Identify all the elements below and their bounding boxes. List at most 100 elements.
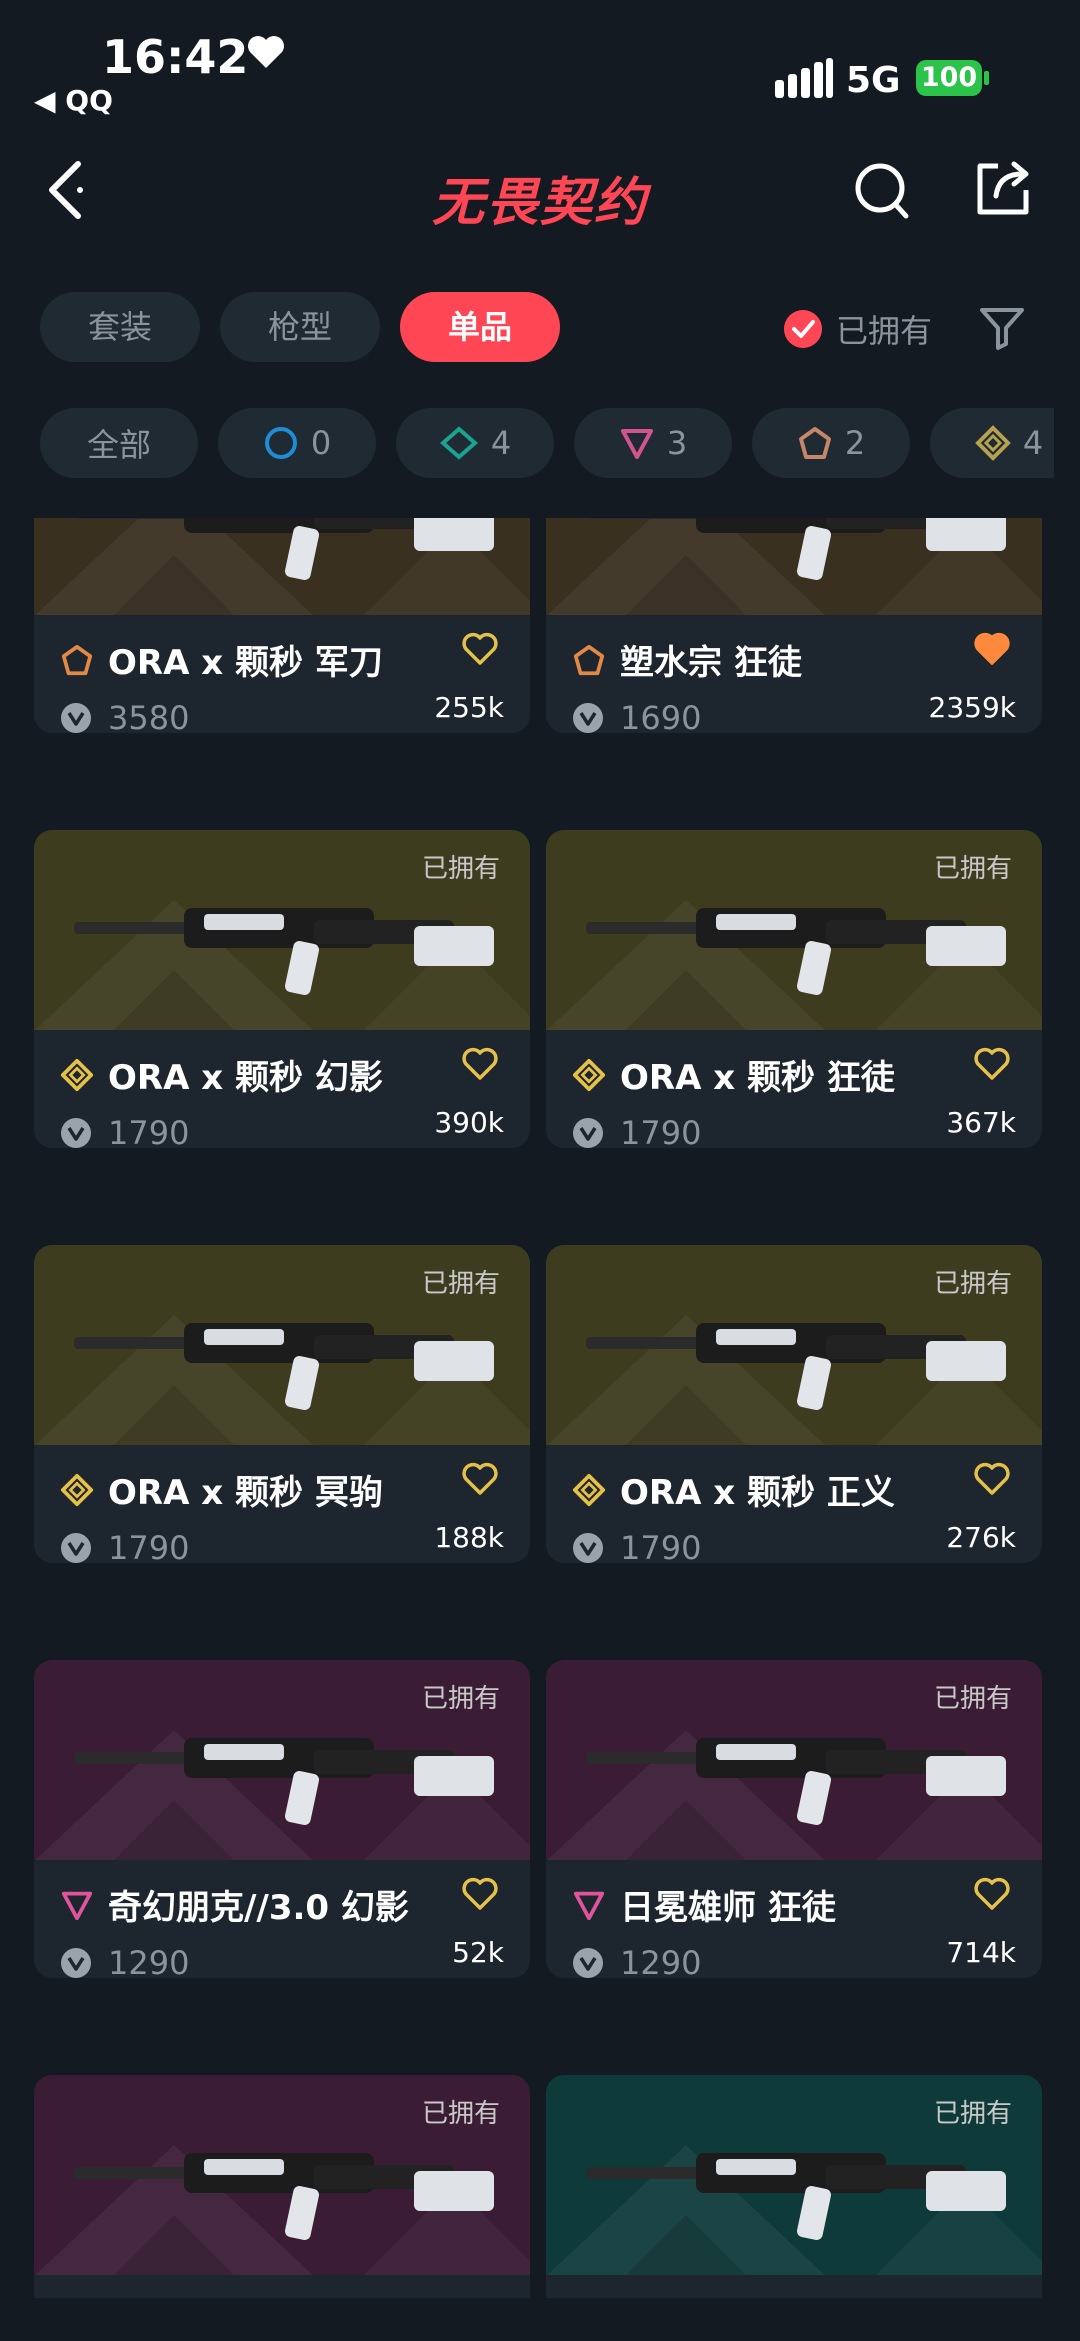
share-icon[interactable] [972, 156, 1034, 220]
owned-filter-toggle[interactable]: 已拥有 [784, 306, 932, 352]
skin-card[interactable]: 已拥有 ORA x 颗秒 幻影 1790 390k [34, 830, 530, 1148]
favorite-icon[interactable] [972, 1461, 1012, 1497]
valorant-points-icon [61, 703, 91, 733]
filter-icon[interactable] [978, 304, 1026, 352]
ultra-tier-icon [60, 1058, 94, 1091]
skin-name: ORA x 颗秒 冥驹 [108, 1473, 383, 1513]
ultra-tier-icon [572, 1473, 606, 1506]
premium-tier-icon [620, 429, 653, 459]
owned-badge: 已拥有 [421, 2099, 500, 2129]
like-count: 714k [946, 1936, 1016, 1969]
owned-badge: 已拥有 [933, 854, 1012, 884]
skin-title-row: 奇幻朋克//3.0 幻影 [60, 1880, 409, 1929]
rarity-filter-select[interactable]: 0 [218, 408, 376, 478]
skin-card[interactable]: 已拥有奇幻朋克//3.0 幻影 1290 52k [34, 1660, 530, 1978]
back-to-app-link[interactable]: ◀ QQ [34, 84, 113, 117]
rarity-filter-count: 3 [666, 424, 688, 462]
valorant-points-icon [61, 1533, 91, 1563]
favorite-icon[interactable] [972, 1046, 1012, 1082]
like-count: 255k [434, 691, 504, 724]
favorite-icon[interactable] [460, 1461, 500, 1497]
tab-gun-types[interactable]: 枪型 [220, 292, 381, 362]
rarity-filter-exclusive[interactable]: 2 [752, 408, 910, 478]
ultra-tier-icon [60, 1473, 94, 1506]
rarity-filter-deluxe[interactable]: 4 [396, 408, 554, 478]
tab-single-items[interactable]: 单品 [400, 292, 561, 362]
favorite-filled-icon[interactable] [972, 631, 1012, 667]
valorant-points-icon [573, 1533, 603, 1563]
like-count: 276k [946, 1521, 1016, 1554]
skin-price-row: 3580 [60, 699, 189, 733]
rarity-filter-premium[interactable]: 3 [574, 408, 732, 478]
skin-price: 1790 [108, 1114, 190, 1148]
page-title: 无畏契约 [431, 173, 648, 233]
skin-title-row: ORA x 颗秒 狂徒 [572, 1050, 895, 1099]
skin-image [34, 518, 530, 615]
skin-price: 1790 [108, 1529, 190, 1563]
skin-name: 日冕雄师 狂徒 [620, 1888, 836, 1928]
exclusive-tier-icon [573, 644, 605, 675]
skin-card[interactable]: 已拥有 [546, 2075, 1042, 2298]
owned-badge: 已拥有 [933, 1684, 1012, 1714]
ultra-tier-icon [572, 1058, 606, 1091]
skin-name: ORA x 颗秒 正义 [620, 1473, 895, 1513]
skin-card[interactable]: 已拥有 [34, 2075, 530, 2298]
favorite-icon[interactable] [460, 1046, 500, 1082]
skin-card[interactable]: ORA x 颗秒 军刀 3580 255k [34, 518, 530, 733]
skin-title-row: 塑水宗 狂徒 [572, 635, 802, 684]
ultra-tier-icon [974, 425, 1011, 461]
skin-card[interactable]: 已拥有 ORA x 颗秒 冥驹 1790 188k [34, 1245, 530, 1563]
owned-badge: 已拥有 [421, 854, 500, 884]
like-count: 367k [946, 1106, 1016, 1139]
skin-price-row: 1290 [572, 1944, 701, 1978]
battery-cap [984, 71, 989, 85]
rarity-filter-label: 全部 [86, 426, 151, 464]
skin-grid: ORA x 颗秒 军刀 3580 255k 塑水宗 狂徒 1690 2359k 已拥有 ORA… [34, 518, 1046, 2298]
skin-price: 3580 [108, 699, 190, 733]
skin-price: 1790 [620, 1529, 702, 1563]
network-type: 5G [846, 60, 901, 101]
skin-price-row: 1790 [60, 1529, 189, 1563]
owned-filter-label: 已拥有 [836, 312, 933, 350]
rarity-filter-all[interactable]: 全部 [40, 408, 198, 478]
owned-badge: 已拥有 [421, 1684, 500, 1714]
premium-tier-icon [61, 1891, 93, 1920]
weapon-image [34, 518, 530, 615]
deluxe-tier-icon [439, 426, 478, 460]
rarity-filter-count: 4 [490, 424, 512, 462]
weapon-image [546, 518, 1042, 615]
status-bar: 16:42 ◀ QQ 5G 100 [0, 0, 1080, 120]
skin-title-row: ORA x 颗秒 军刀 [60, 635, 383, 684]
signal-icon [775, 58, 833, 98]
skin-name: ORA x 颗秒 军刀 [108, 643, 383, 683]
rarity-filter-count: 0 [310, 424, 332, 462]
category-tabs: 套装 枪型 单品 [40, 292, 561, 362]
favorite-icon[interactable] [460, 631, 500, 667]
skin-price: 1290 [108, 1944, 190, 1978]
check-icon [784, 310, 822, 348]
tab-suits[interactable]: 套装 [40, 292, 201, 362]
skin-title-row: ORA x 颗秒 幻影 [60, 1050, 383, 1099]
exclusive-tier-icon [798, 427, 831, 459]
rarity-filter-count: 2 [844, 424, 866, 462]
skin-name: 奇幻朋克//3.0 幻影 [108, 1888, 409, 1928]
search-icon[interactable] [852, 158, 912, 222]
owned-badge: 已拥有 [933, 1269, 1012, 1299]
like-count: 390k [434, 1106, 504, 1139]
skin-price-row: 1790 [572, 1529, 701, 1563]
heart-icon [248, 36, 284, 68]
skin-card[interactable]: 塑水宗 狂徒 1690 2359k [546, 518, 1042, 733]
skin-card[interactable]: 已拥有 ORA x 颗秒 正义 1790 276k [546, 1245, 1042, 1563]
skin-card[interactable]: 已拥有日冕雄师 狂徒 1290 714k [546, 1660, 1042, 1978]
clock: 16:42 [102, 30, 249, 84]
valorant-points-icon [573, 1948, 603, 1978]
skin-name: ORA x 颗秒 狂徒 [620, 1058, 895, 1098]
select-tier-icon [264, 427, 297, 459]
rarity-filter-ultra[interactable]: 4 [930, 408, 1054, 478]
favorite-icon[interactable] [460, 1876, 500, 1912]
favorite-icon[interactable] [972, 1876, 1012, 1912]
skin-image [546, 518, 1042, 615]
like-count: 52k [452, 1936, 504, 1969]
skin-price: 1690 [620, 699, 702, 733]
skin-card[interactable]: 已拥有 ORA x 颗秒 狂徒 1790 367k [546, 830, 1042, 1148]
